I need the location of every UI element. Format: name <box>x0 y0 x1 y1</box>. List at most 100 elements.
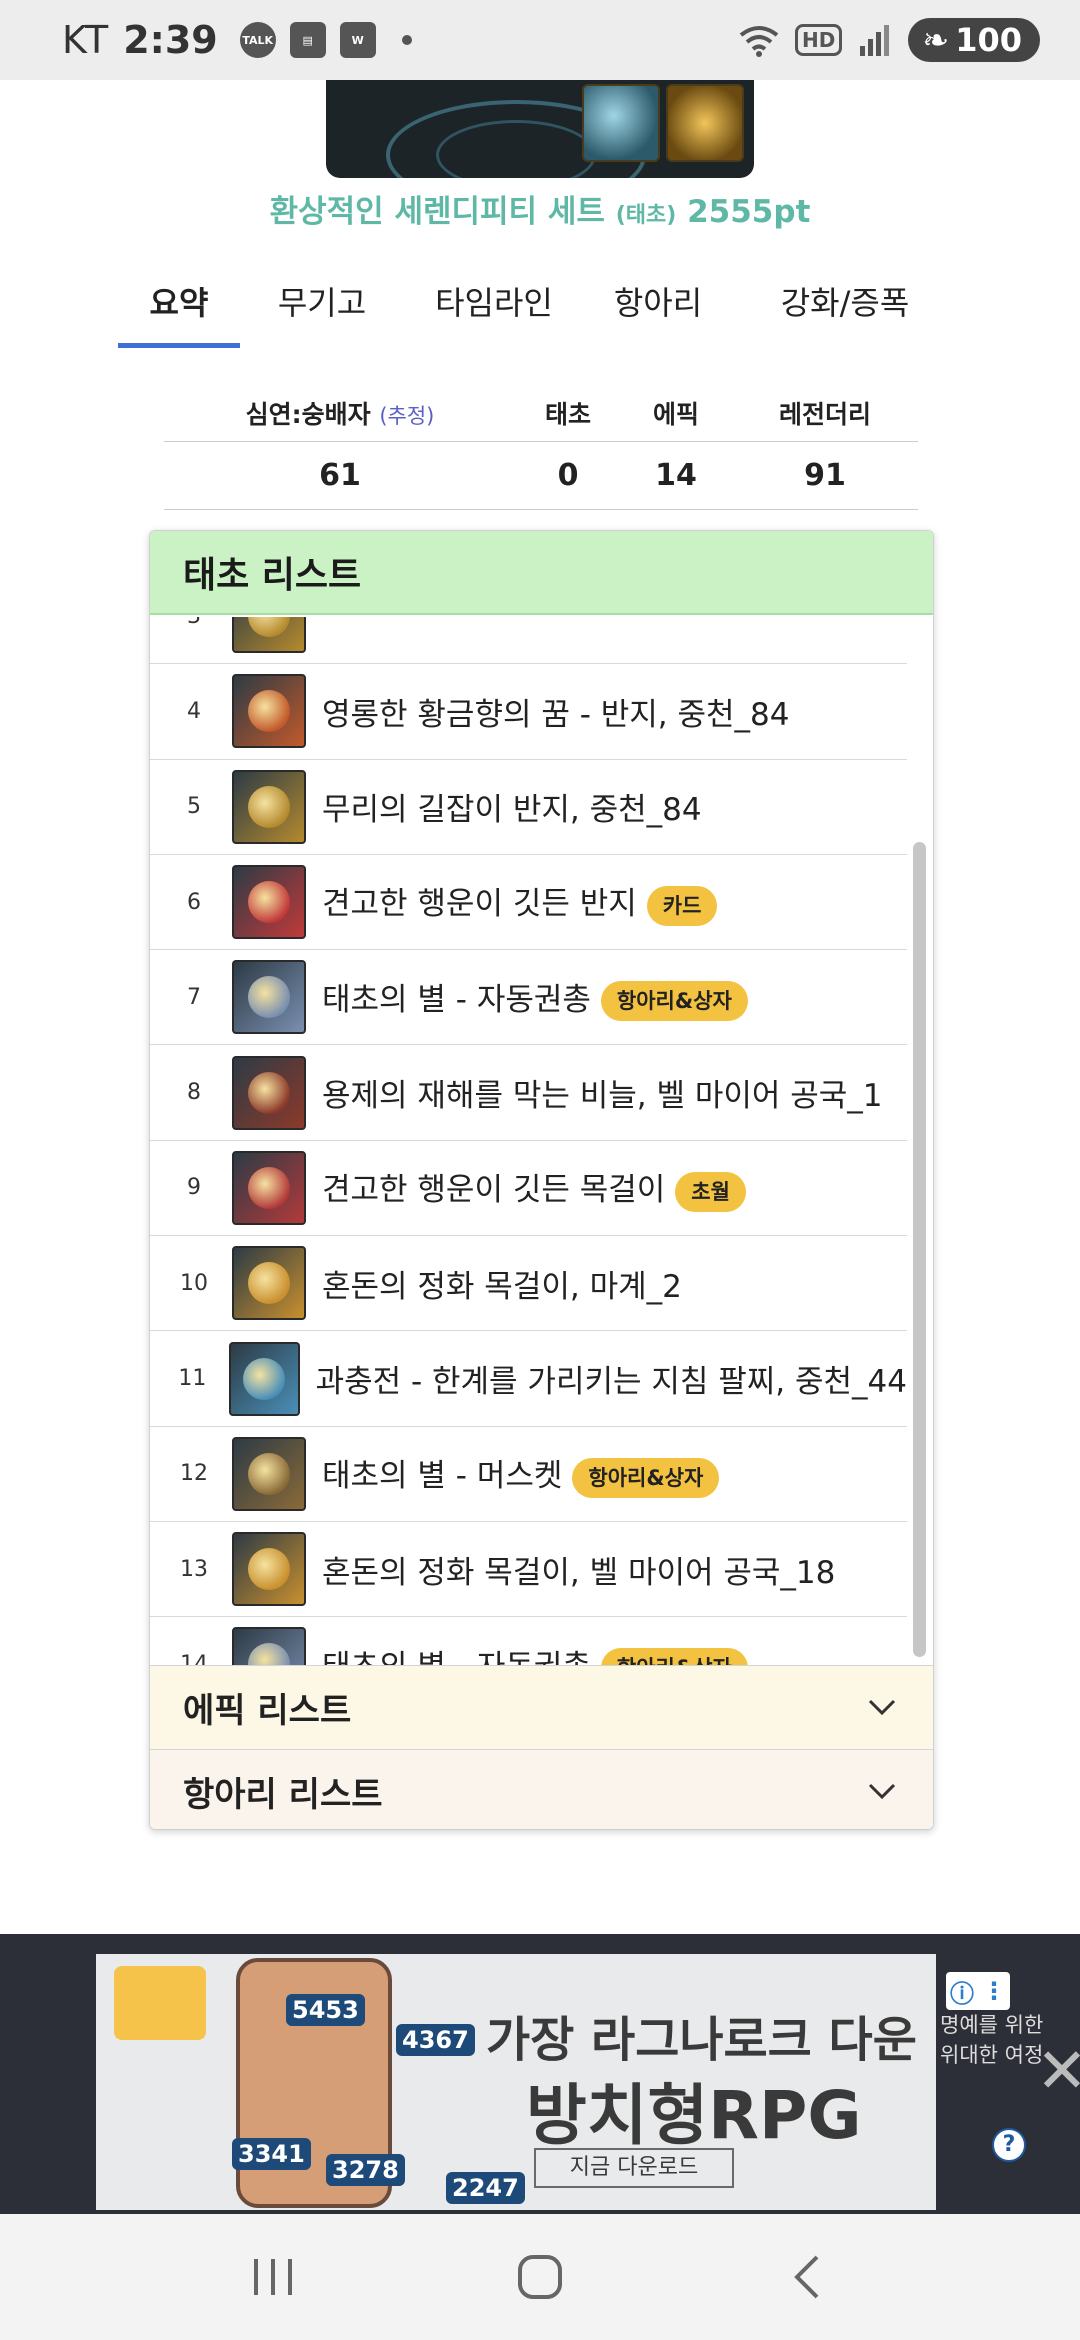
ad-damage-number: 4367 <box>396 2024 475 2056</box>
summary-col-abyss-label: 심연:숭배자 <box>245 399 371 429</box>
item-index: 13 <box>180 1556 208 1582</box>
tab-armory[interactable]: 무기고 <box>240 262 404 348</box>
ad-side-text: 명예를 위한 위대한 여정 <box>940 2013 1044 2067</box>
list-item[interactable]: 6 견고한 행운이 깃든 반지 카드 <box>150 855 907 951</box>
ad-info-icon[interactable]: ⓘ ⋮ <box>946 1972 1010 2010</box>
list-item[interactable]: 4 영롱한 황금향의 꿈 - 반지, 중천_84 <box>150 664 907 760</box>
item-name: 무리의 길잡이 반지, 중천_84 <box>322 792 702 829</box>
summary-col-abyss: 심연:숭배자 (추정) <box>164 395 516 431</box>
ad-close-icon[interactable]: ✕ <box>1036 2034 1080 2107</box>
status-bar: KT 2:39 TALK ▤ W HD ❧ 100 <box>0 0 1080 80</box>
ad-help-icon[interactable]: ? <box>992 2128 1026 2162</box>
item-index: 4 <box>187 698 201 724</box>
item-name-cell: 혼돈의 정화 목걸이, 마계_2 <box>322 1261 682 1306</box>
set-title[interactable]: 환상적인 세렌디피티 세트 (태초) 2555pt <box>0 186 1080 231</box>
ad-banner[interactable]: 5453 4367 3341 3278 2247 가장 라그나로크 다운 방치형… <box>0 1934 1080 2214</box>
item-icon-graphic <box>248 690 290 733</box>
tab-enhance[interactable]: 강화/증폭 <box>732 262 958 348</box>
primal-list-scroll[interactable]: 3 4 영롱한 황금향의 꿈 - 반지, 중천_84 5 무리의 길잡이 반지, 중천_… <box>150 617 933 1680</box>
ad-content[interactable]: 5453 4367 3341 3278 2247 가장 라그나로크 다운 방치형… <box>96 1954 1026 2210</box>
item-source-badge: 항아리&상자 <box>600 981 748 1022</box>
list-item[interactable]: 13 혼돈의 정화 목걸이, 벨 마이어 공국_18 <box>150 1522 907 1618</box>
item-index: 6 <box>187 889 201 915</box>
item-name-cell: 혼돈의 정화 목걸이, 벨 마이어 공국_18 <box>322 1547 835 1592</box>
list-item[interactable]: 8 용제의 재해를 막는 비늘, 벨 마이어 공국_1 <box>150 1045 907 1141</box>
list-item[interactable]: 11 과충전 - 한계를 가리키는 지침 팔찌, 중천_44 <box>150 1331 907 1427</box>
item-icon <box>232 769 306 844</box>
item-icon <box>232 1150 306 1225</box>
set-preview-image <box>326 80 754 178</box>
item-name: 태초의 별 - 자동권총 <box>322 981 591 1018</box>
home-button[interactable] <box>500 2247 580 2307</box>
item-icon-graphic <box>248 1548 290 1591</box>
list-item[interactable]: 5 무리의 길잡이 반지, 중천_84 <box>150 760 907 855</box>
summary-val-abyss: 61 <box>319 458 361 493</box>
ad-damage-number: 2247 <box>446 2172 525 2204</box>
item-name-cell: 용제의 재해를 막는 비늘, 벨 마이어 공국_1 <box>322 1070 883 1115</box>
estimate-tag: (추정) <box>379 403 435 428</box>
item-icon-graphic <box>248 976 290 1019</box>
ad-damage-number: 5453 <box>286 1994 365 2026</box>
ad-download-button[interactable]: 지금 다운로드 <box>534 2148 734 2188</box>
summary-col-legendary: 레전더리 <box>778 399 871 429</box>
set-title-tag: (태초) <box>615 203 677 228</box>
list-item[interactable]: 10 혼돈의 정화 목걸이, 마계_2 <box>150 1236 907 1332</box>
primal-list: 3 4 영롱한 황금향의 꿈 - 반지, 중천_84 5 무리의 길잡이 반지, 중천_… <box>150 617 907 1680</box>
primal-list-header[interactable]: 태초 리스트 <box>150 531 933 615</box>
item-index: 3 <box>150 617 232 629</box>
recents-icon <box>254 2259 293 2295</box>
summary-table: 심연:숭배자 (추정) 태초 에픽 레전더리 61 0 14 91 <box>164 384 918 510</box>
summary-val-epic: 14 <box>655 458 697 493</box>
epic-list-toggle[interactable]: 에픽 리스트 <box>150 1665 933 1749</box>
item-name: 혼돈의 정화 목걸이, 벨 마이어 공국_18 <box>322 1554 836 1591</box>
item-name: 영롱한 황금향의 꿈 - 반지, 중천_84 <box>322 696 790 733</box>
list-item[interactable]: 3 <box>150 617 907 665</box>
primal-list-panel: 태초 리스트 3 4 영롱한 황금향의 꿈 - 반지, 중천_84 5 무리의 길잡이 … <box>149 530 934 1830</box>
tab-summary[interactable]: 요약 <box>118 262 240 348</box>
item-name-cell: 태초의 별 - 자동권총항아리&상자 <box>322 974 748 1022</box>
back-button[interactable] <box>767 2247 847 2307</box>
item-icon-graphic <box>248 1452 290 1495</box>
item-index: 9 <box>187 1175 201 1201</box>
system-nav-bar <box>0 2214 1080 2340</box>
summary-val-primal: 0 <box>557 458 579 493</box>
item-index: 10 <box>180 1270 208 1296</box>
set-title-points: 2555pt <box>687 194 811 230</box>
battery-level: 100 <box>955 21 1022 59</box>
item-icon <box>232 617 306 654</box>
item-source-badge: 카드 <box>646 885 718 926</box>
item-icon-graphic <box>243 1357 286 1400</box>
leaf-icon: ❧ <box>922 21 950 59</box>
item-source-badge: 항아리&상자 <box>572 1457 720 1498</box>
calendar-icon: ▤ <box>289 22 326 58</box>
back-icon <box>793 2255 819 2299</box>
list-item[interactable]: 12 태초의 별 - 머스켓 항아리&상자 <box>150 1427 907 1522</box>
more-notifications-dot <box>401 35 412 45</box>
summary-col-epic: 에픽 <box>652 399 699 429</box>
ad-subheadline: 방치형RPG <box>526 2077 862 2154</box>
item-icon <box>232 865 306 940</box>
ad-headline: 가장 라그나로크 다운 <box>486 2012 917 2068</box>
list-item[interactable]: 9 견고한 행운이 깃든 목걸이 초월 <box>150 1141 907 1237</box>
item-name-cell: 영롱한 황금향의 꿈 - 반지, 중천_84 <box>322 689 790 734</box>
hd-voice-icon: HD <box>795 24 843 56</box>
item-icon <box>232 1055 306 1130</box>
item-index: 5 <box>187 794 201 820</box>
recent-apps-button[interactable] <box>233 2247 313 2307</box>
tab-jar[interactable]: 항아리 <box>584 262 732 348</box>
item-icon <box>232 1436 306 1511</box>
item-index: 7 <box>187 984 201 1010</box>
jar-list-toggle[interactable]: 항아리 리스트 <box>150 1749 933 1829</box>
list-scrollbar[interactable] <box>913 842 926 1657</box>
item-icon <box>232 674 306 749</box>
home-icon <box>517 2255 562 2299</box>
item-name-cell: 견고한 행운이 깃든 목걸이 초월 <box>322 1164 746 1212</box>
clock: 2:39 <box>123 18 218 62</box>
item-name: 과충전 - 한계를 가리키는 지침 팔찌, 중천_44 <box>315 1364 907 1401</box>
tab-timeline[interactable]: 타임라인 <box>404 262 584 348</box>
item-name: 혼돈의 정화 목걸이, 마계_2 <box>322 1268 682 1305</box>
battery-indicator: ❧ 100 <box>908 18 1040 62</box>
item-index: 12 <box>180 1461 208 1487</box>
list-item[interactable]: 7 태초의 별 - 자동권총 항아리&상자 <box>150 950 907 1046</box>
necklace-item-icon <box>582 84 660 162</box>
